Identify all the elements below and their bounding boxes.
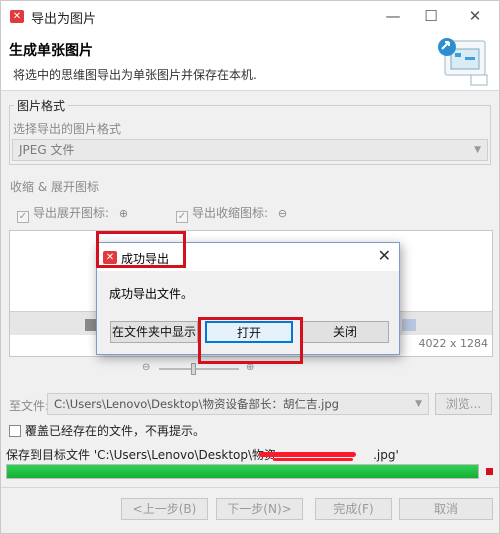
zoom-slider-thumb[interactable] xyxy=(191,363,196,375)
image-format-group: 图片格式 选择导出的图片格式 JPEG 文件 ▼ xyxy=(9,97,491,165)
export-image-illustration-icon xyxy=(438,38,488,86)
dialog-message: 成功导出文件。 xyxy=(109,287,194,301)
export-collapse-checkbox[interactable]: ✓ xyxy=(176,211,188,223)
format-prompt: 选择导出的图片格式 xyxy=(13,122,122,136)
next-button[interactable]: 下一步(N)> xyxy=(216,498,303,520)
zoom-in-icon[interactable]: ⊕ xyxy=(246,362,254,373)
preview-node xyxy=(402,319,416,331)
dialog-title-bar: ✕ 成功导出 ✕ xyxy=(97,243,399,271)
wizard-header: 生成单张图片 将选中的思维图导出为单张图片并保存在本机. xyxy=(1,31,499,91)
stop-icon[interactable] xyxy=(486,468,493,475)
save-to-file-label: 至文件: xyxy=(9,399,50,413)
minimize-button[interactable]: — xyxy=(382,5,404,27)
export-expand-label: 导出展开图标: xyxy=(33,206,110,220)
redaction-scribble xyxy=(273,458,353,461)
expand-plus-icon: ⊕ xyxy=(118,207,129,220)
export-success-dialog: ✕ 成功导出 ✕ 成功导出文件。 在文件夹中显示 打开 关闭 xyxy=(96,242,400,355)
dialog-title: 成功导出 xyxy=(121,252,170,266)
dialog-close-button[interactable]: 关闭 xyxy=(301,321,389,343)
export-window: ✕ 导出为图片 — ☐ ✕ 生成单张图片 将选中的思维图导出为单张图片并保存在本… xyxy=(0,0,500,534)
chevron-down-icon: ▼ xyxy=(415,399,422,409)
export-collapse-label: 导出收缩图标: xyxy=(192,206,269,220)
zoom-slider-track[interactable] xyxy=(159,368,239,370)
format-select[interactable]: JPEG 文件 ▼ xyxy=(12,139,488,161)
format-select-value: JPEG 文件 xyxy=(19,143,75,157)
export-collapse-option[interactable]: ✓ 导出收缩图标: ⊖ xyxy=(176,204,287,223)
save-path-value: C:\Users\Lenovo\Desktop\物资设备部长：胡仁吉.jpg xyxy=(54,397,339,411)
show-in-folder-button[interactable]: 在文件夹中显示 xyxy=(110,321,198,343)
xmind-logo-icon: ✕ xyxy=(10,10,24,23)
status-text-prefix: 保存到目标文件 'C:\Users\Lenovo\Desktop\物资 xyxy=(6,448,277,462)
footer-divider xyxy=(1,487,499,488)
zoom-out-icon[interactable]: ⊖ xyxy=(142,362,150,373)
xmind-logo-icon: ✕ xyxy=(103,251,117,264)
page-description: 将选中的思维图导出为单张图片并保存在本机. xyxy=(13,68,257,82)
overwrite-option[interactable]: 覆盖已经存在的文件，不再提示。 xyxy=(9,422,205,439)
maximize-button[interactable]: ☐ xyxy=(420,5,442,27)
image-size-text: 4022 x 1284 xyxy=(418,337,489,350)
cancel-button[interactable]: 取消 xyxy=(399,498,493,520)
export-expand-checkbox[interactable]: ✓ xyxy=(17,211,29,223)
prev-button[interactable]: <上一步(B) xyxy=(121,498,208,520)
save-path-combobox[interactable]: C:\Users\Lenovo\Desktop\物资设备部长：胡仁吉.jpg ▼ xyxy=(47,393,429,415)
close-button[interactable]: ✕ xyxy=(464,5,486,27)
collapse-minus-icon: ⊖ xyxy=(277,207,288,220)
finish-button[interactable]: 完成(F) xyxy=(315,498,392,520)
status-text-suffix: .jpg' xyxy=(373,448,399,462)
image-format-label: 图片格式 xyxy=(14,97,69,114)
export-progress-bar xyxy=(6,464,479,479)
overwrite-checkbox[interactable] xyxy=(9,425,21,437)
open-button[interactable]: 打开 xyxy=(205,321,293,343)
progress-fill xyxy=(7,465,478,478)
window-title: 导出为图片 xyxy=(31,12,97,27)
export-expand-option[interactable]: ✓ 导出展开图标: ⊕ xyxy=(17,204,128,223)
browse-button[interactable]: 浏览... xyxy=(435,393,492,415)
chevron-down-icon: ▼ xyxy=(474,145,481,155)
overwrite-label: 覆盖已经存在的文件，不再提示。 xyxy=(25,424,206,438)
title-bar: ✕ 导出为图片 — ☐ ✕ xyxy=(1,1,499,31)
page-title: 生成单张图片 xyxy=(9,43,93,59)
collapse-expand-label: 收缩 & 展开图标 xyxy=(10,180,99,194)
dialog-close-icon[interactable]: ✕ xyxy=(378,246,391,265)
redaction-scribble xyxy=(259,452,356,457)
